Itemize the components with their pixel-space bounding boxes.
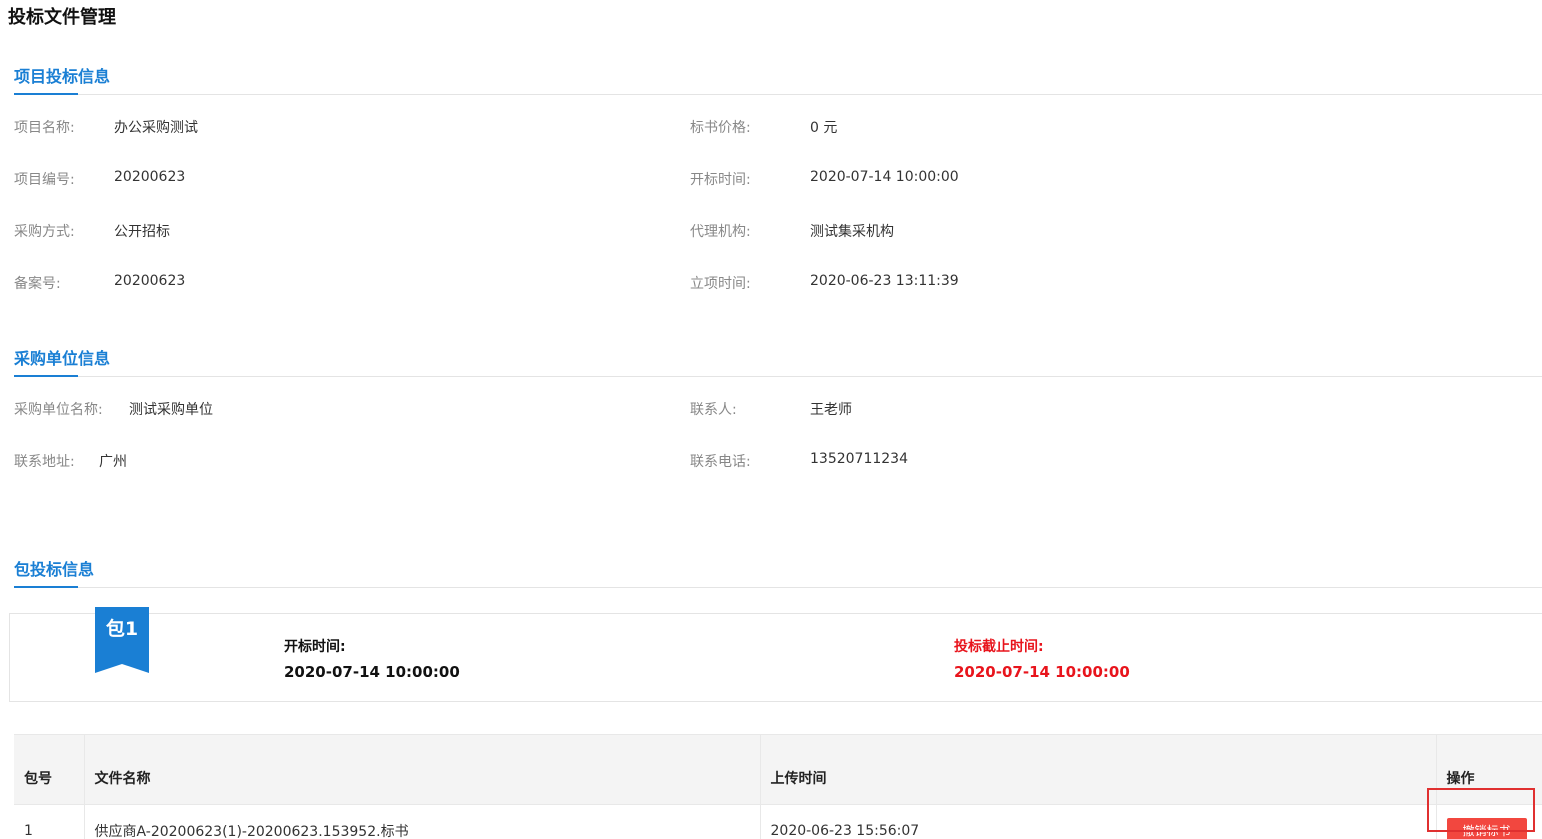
package-open-time-value: 2020-07-14 10:00:00 xyxy=(284,663,460,681)
purchaser-unit-value: 测试采购单位 xyxy=(129,402,213,418)
agency-label: 代理机构: xyxy=(690,224,751,240)
open-time-label: 开标时间: xyxy=(690,172,751,188)
contact-person-label: 联系人: xyxy=(690,402,737,418)
package-card: 包1 开标时间: 2020-07-14 10:00:00 投标截止时间: 202… xyxy=(9,607,1542,702)
section-underline xyxy=(14,586,78,588)
table-header-row: 包号 文件名称 上传时间 操作 xyxy=(14,734,1542,805)
package-open-time-label: 开标时间: xyxy=(284,639,346,655)
section-package-title: 包投标信息 xyxy=(14,560,95,579)
column-header-file-name: 文件名称 xyxy=(84,734,761,805)
section-underline xyxy=(14,93,78,95)
project-name-value: 办公采购测试 xyxy=(114,120,198,136)
purchase-method-row: 采购方式: 公开招标 xyxy=(14,221,170,241)
cell-file-name: 供应商A-20200623(1)-20200623.153952.标书 xyxy=(84,804,761,839)
cell-package-number: 1 xyxy=(14,804,85,839)
purchase-method-value: 公开招标 xyxy=(114,224,170,240)
project-name-label: 项目名称: xyxy=(14,120,75,136)
cell-action: 撤销标书 xyxy=(1436,804,1542,839)
open-time-row: 开标时间: 2020-07-14 10:00:00 xyxy=(690,169,959,189)
contact-person-row: 联系人: 王老师 xyxy=(690,399,852,419)
record-number-label: 备案号: xyxy=(14,276,61,292)
cell-upload-time: 2020-06-23 15:56:07 xyxy=(760,804,1437,839)
revoke-bid-button[interactable]: 撤销标书 xyxy=(1446,818,1527,839)
section-purchaser-header: 采购单位信息 xyxy=(14,345,1542,377)
package-deadline-label: 投标截止时间: xyxy=(954,639,1044,655)
bid-price-value: 0 元 xyxy=(810,120,838,136)
table-row: 1 供应商A-20200623(1)-20200623.153952.标书 20… xyxy=(14,804,1542,839)
agency-value: 测试集采机构 xyxy=(810,224,894,240)
section-divider xyxy=(14,587,1542,588)
setup-time-label: 立项时间: xyxy=(690,276,751,292)
contact-person-value: 王老师 xyxy=(810,402,852,418)
project-number-value: 20200623 xyxy=(114,169,186,185)
contact-address-value: 广州 xyxy=(99,454,127,470)
record-number-value: 20200623 xyxy=(114,273,186,289)
section-purchaser-title: 采购单位信息 xyxy=(14,349,111,368)
project-name-row: 项目名称: 办公采购测试 xyxy=(14,117,198,137)
purchase-method-label: 采购方式: xyxy=(14,224,75,240)
section-project-title: 项目投标信息 xyxy=(14,67,111,86)
open-time-value: 2020-07-14 10:00:00 xyxy=(810,169,959,185)
bid-file-page: 投标文件管理 项目投标信息 项目名称: 办公采购测试 项目编号: 2020062… xyxy=(0,0,1542,839)
section-divider xyxy=(14,376,1542,377)
contact-phone-row: 联系电话: 13520711234 xyxy=(690,451,908,471)
setup-time-value: 2020-06-23 13:11:39 xyxy=(810,273,959,289)
contact-address-label: 联系地址: xyxy=(14,454,75,470)
section-divider xyxy=(14,94,1542,95)
contact-phone-value: 13520711234 xyxy=(810,451,908,467)
purchaser-unit-label: 采购单位名称: xyxy=(14,402,103,418)
contact-address-row: 联系地址: 广州 xyxy=(14,451,127,471)
bid-files-table: 包号 文件名称 上传时间 操作 1 供应商A-20200623(1)-20200… xyxy=(14,734,1542,839)
project-number-row: 项目编号: 20200623 xyxy=(14,169,185,189)
contact-phone-label: 联系电话: xyxy=(690,454,751,470)
column-header-upload-time: 上传时间 xyxy=(760,734,1437,805)
bid-price-label: 标书价格: xyxy=(690,120,751,136)
package-badge: 包1 xyxy=(105,618,139,640)
bid-price-row: 标书价格: 0 元 xyxy=(690,117,837,137)
setup-time-row: 立项时间: 2020-06-23 13:11:39 xyxy=(690,273,959,293)
column-header-package: 包号 xyxy=(14,734,85,805)
purchaser-unit-row: 采购单位名称: 测试采购单位 xyxy=(14,399,213,419)
column-header-action: 操作 xyxy=(1436,734,1542,805)
section-underline xyxy=(14,375,78,377)
agency-row: 代理机构: 测试集采机构 xyxy=(690,221,894,241)
section-project-header: 项目投标信息 xyxy=(14,63,1542,95)
record-number-row: 备案号: 20200623 xyxy=(14,273,185,293)
package-deadline-value: 2020-07-14 10:00:00 xyxy=(954,663,1130,681)
section-package-header: 包投标信息 xyxy=(14,556,1542,588)
page-title: 投标文件管理 xyxy=(8,7,116,28)
project-number-label: 项目编号: xyxy=(14,172,75,188)
